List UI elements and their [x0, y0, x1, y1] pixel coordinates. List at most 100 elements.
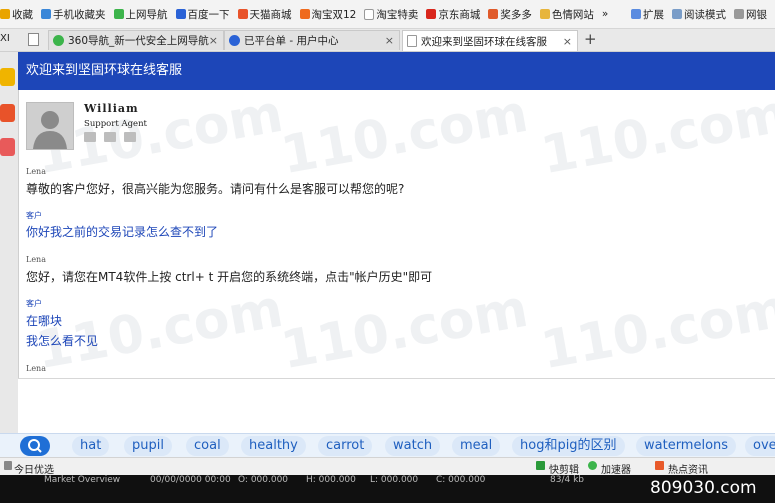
- tab-label: 已平台单 - 用户中心: [244, 35, 339, 47]
- agent-role: Support Agent: [84, 119, 147, 129]
- page-icon: [364, 8, 375, 20]
- suggestion-chip[interactable]: healthy: [241, 436, 306, 456]
- app-icon[interactable]: [0, 138, 15, 156]
- bookmark-item[interactable]: 百度一下: [175, 7, 230, 22]
- suggestion-chip[interactable]: watch: [385, 436, 441, 456]
- tab-customer-service[interactable]: 欢迎来到坚固环球在线客服 ×: [402, 30, 578, 51]
- status-item[interactable]: 热点资讯: [668, 461, 708, 476]
- toolbar-right: 扩展 阅读模式 网银: [631, 0, 775, 28]
- suggestion-chip[interactable]: coal: [186, 436, 229, 456]
- taskbar-item: 83/4 kb: [550, 475, 584, 485]
- message-sender: 客户: [26, 299, 42, 308]
- bookmarks-more[interactable]: »: [602, 8, 608, 20]
- watermark: 110.com: [536, 278, 775, 382]
- message-sender: 客户: [26, 211, 42, 220]
- bookmark-label: 色情网站: [551, 8, 594, 21]
- avatar: [26, 102, 74, 150]
- shield-icon: [734, 9, 744, 19]
- bookmark-label: 京东商城: [438, 8, 481, 21]
- suggestion-chip[interactable]: hat: [72, 436, 110, 456]
- search-icon: [28, 439, 42, 453]
- ebank-button[interactable]: 网银: [734, 7, 767, 22]
- bookmark-label: 淘宝双12: [311, 8, 357, 21]
- status-item[interactable]: 快剪辑: [549, 461, 579, 476]
- gift-icon: [488, 9, 499, 19]
- 360-icon: [53, 35, 64, 46]
- suggestion-chip[interactable]: hog和pig的区别: [512, 436, 625, 456]
- taskbar-item: H: 000.000: [306, 475, 356, 485]
- message-input[interactable]: [18, 379, 775, 433]
- page-icon: [407, 35, 417, 47]
- bookmark-label: 收藏: [12, 8, 33, 21]
- extensions-button[interactable]: 扩展: [631, 7, 664, 22]
- status-item[interactable]: 加速器: [601, 461, 631, 476]
- bookmark-item[interactable]: 色情网站: [539, 7, 594, 22]
- speed-icon: [588, 461, 597, 470]
- tab-user-center[interactable]: 已平台单 - 用户中心 ×: [224, 30, 400, 50]
- taskbar-item: Market Overview: [44, 475, 121, 485]
- bookmark-label: 淘宝特卖: [376, 8, 419, 21]
- agent-name: William: [84, 102, 139, 115]
- message-sender: Lena: [26, 364, 46, 373]
- bookmark-label: 百度一下: [187, 8, 230, 21]
- suggestion-chip[interactable]: watermelons: [636, 436, 737, 456]
- bookmark-item[interactable]: 淘宝双12: [299, 7, 357, 22]
- search-button[interactable]: [20, 436, 50, 456]
- bookmark-item[interactable]: 上网导航: [113, 7, 168, 22]
- watermark: 110.com: [31, 278, 288, 382]
- message-text: 我怎么看不见: [26, 334, 99, 348]
- message-text: 在哪块: [26, 314, 63, 328]
- phone-icon: [41, 9, 51, 19]
- close-icon[interactable]: ×: [385, 34, 394, 47]
- taskbar-item: O: 000.000: [238, 475, 289, 485]
- extensions-label: 扩展: [643, 8, 664, 21]
- message-text: 您好，请您在MT4软件上按 ctrl+ t 开启您的系统终端，点击"帐户历史"即…: [26, 270, 433, 284]
- clip-icon: [536, 461, 545, 470]
- bookmark-item[interactable]: 手机收藏夹: [41, 7, 106, 22]
- bookmark-item[interactable]: 淘宝特卖: [364, 7, 418, 22]
- daily-picks[interactable]: 今日优选: [14, 461, 54, 476]
- bookmark-label: 手机收藏夹: [53, 8, 106, 21]
- suggestion-chip[interactable]: meal: [452, 436, 501, 456]
- chat-title: 欢迎来到坚固环球在线客服: [26, 63, 183, 78]
- message-text: 尊敬的客户您好，很高兴能为您服务。请问有什么是客服可以帮您的呢?: [26, 182, 405, 196]
- suggestion-bar: hat pupil coal healthy carrot watch meal…: [0, 433, 775, 458]
- tab-label: 360导航_新一代安全上网导航: [68, 35, 209, 47]
- taskbar-item: C: 000.000: [436, 475, 486, 485]
- close-icon[interactable]: ×: [209, 34, 218, 47]
- news-icon: [655, 461, 664, 470]
- weibo-icon[interactable]: [0, 104, 15, 122]
- tab-360-navigation[interactable]: 360导航_新一代安全上网导航 ×: [48, 30, 224, 50]
- tab-label: 欢迎来到坚固环球在线客服: [421, 35, 547, 48]
- reading-mode-label: 阅读模式: [684, 8, 726, 21]
- chat-header: 欢迎来到坚固环球在线客服: [18, 52, 775, 90]
- ebank-label: 网银: [746, 8, 767, 21]
- bookmark-item[interactable]: 奖多多: [488, 7, 532, 22]
- bookmark-item[interactable]: 天猫商城: [237, 7, 292, 22]
- check-icon: [113, 9, 124, 19]
- suggestion-chip[interactable]: pupil: [124, 436, 172, 456]
- bookmark-item[interactable]: 收藏: [0, 7, 33, 22]
- taobao-icon: [299, 9, 310, 19]
- message-sender: Lena: [26, 167, 46, 176]
- star-icon[interactable]: [0, 68, 15, 86]
- tab-bar: XI 360导航_新一代安全上网导航 × 已平台单 - 用户中心 × 欢迎来到坚…: [0, 29, 775, 52]
- new-tab-button[interactable]: +: [584, 30, 597, 48]
- home-icon[interactable]: [4, 461, 12, 470]
- suggestion-chip[interactable]: ove: [745, 436, 775, 456]
- thumbs-up-icon[interactable]: [84, 132, 96, 142]
- reading-mode-button[interactable]: 阅读模式: [672, 7, 726, 22]
- mail-icon[interactable]: [124, 132, 136, 142]
- bookmark-label: 上网导航: [125, 8, 168, 21]
- document-icon[interactable]: [28, 33, 39, 46]
- taskbar-item: L: 000.000: [370, 475, 419, 485]
- close-icon[interactable]: ×: [563, 35, 572, 48]
- suggestion-chip[interactable]: carrot: [318, 436, 373, 456]
- user-silhouette-icon: [27, 103, 73, 149]
- status-bar: 今日优选 快剪辑 加速器 热点资讯: [0, 457, 775, 476]
- bookmark-label: 奖多多: [500, 8, 532, 21]
- thumbs-down-icon[interactable]: [104, 132, 116, 142]
- bookmark-item[interactable]: 京东商城: [426, 7, 480, 22]
- jd-icon: [426, 9, 437, 19]
- agent-card: William Support Agent: [18, 90, 775, 156]
